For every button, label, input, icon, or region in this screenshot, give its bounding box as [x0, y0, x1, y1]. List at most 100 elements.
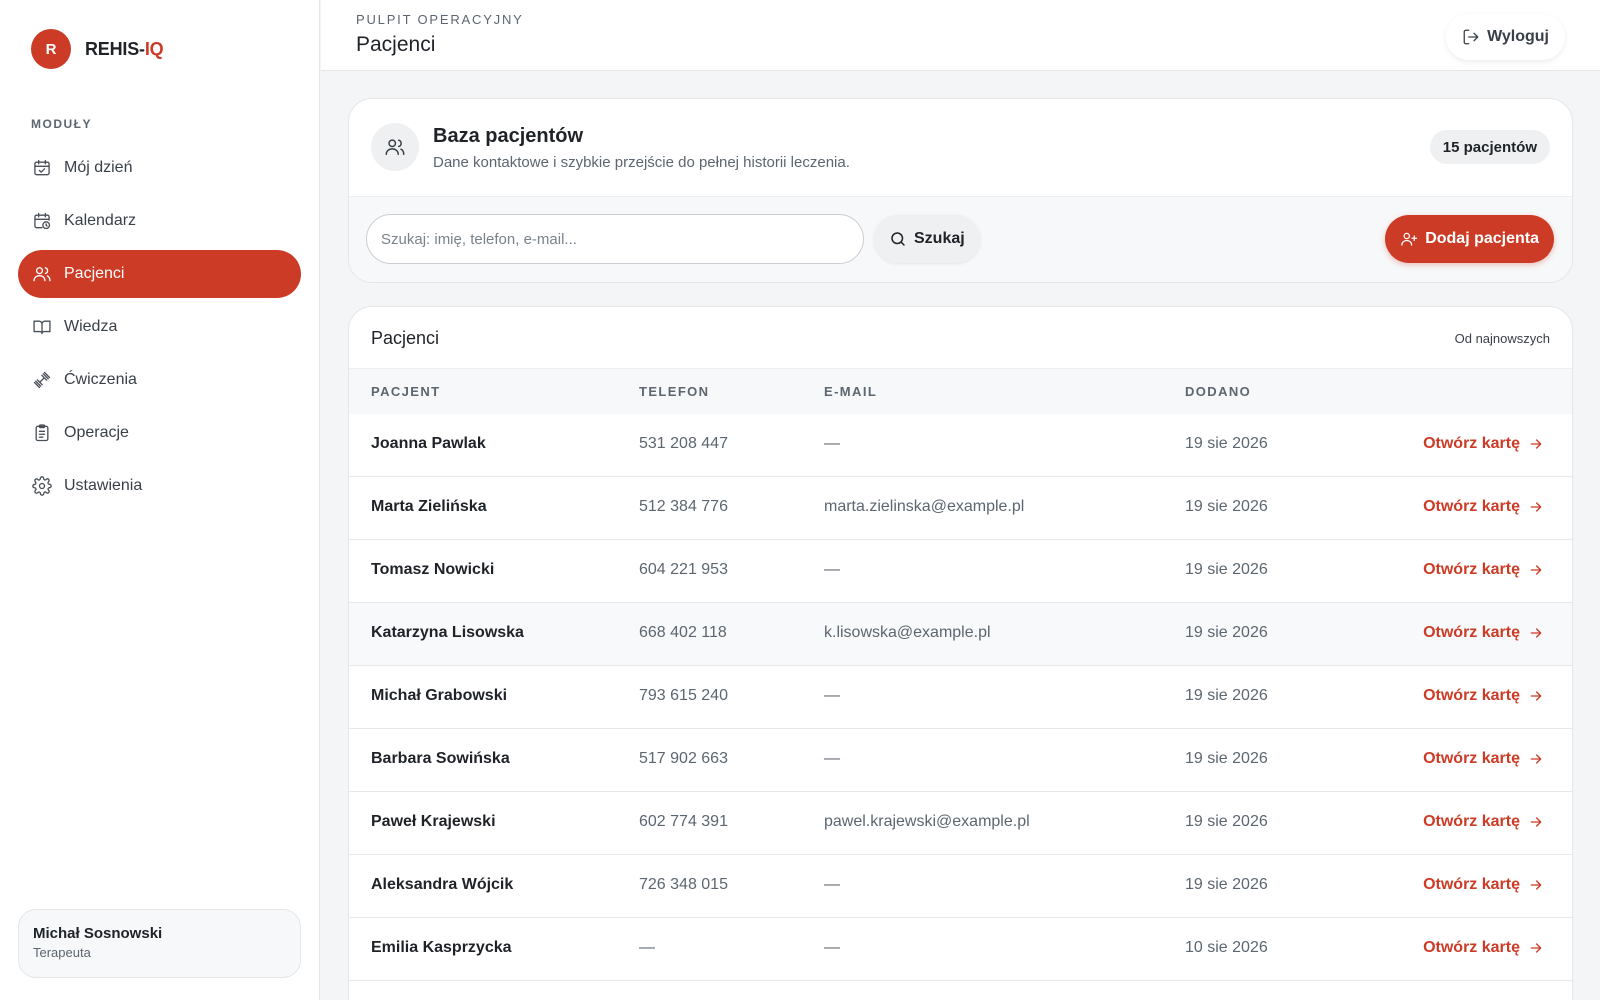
patient-name: Paweł Krajewski: [371, 813, 496, 830]
patient-added-date: 19 sie 2026: [1185, 687, 1268, 704]
patient-added-date: 19 sie 2026: [1185, 435, 1268, 452]
patient-added-date: 19 sie 2026: [1185, 813, 1268, 830]
table-row[interactable]: Joanna Pawlak 531 208 447 — 19 sie 2026 Otwó…: [349, 414, 1572, 477]
patient-email: —: [824, 561, 840, 578]
brand-name-accent: IQ: [144, 38, 164, 59]
sidebar-item-label: Mój dzień: [64, 159, 133, 176]
user-name: Michał Sosnowski: [33, 925, 163, 942]
user-card[interactable]: Michał Sosnowski Terapeuta: [18, 909, 301, 978]
add-patient-label: Dodaj pacjenta: [1425, 230, 1539, 247]
patient-name: Barbara Sowińska: [371, 750, 510, 767]
logout-label: Wyloguj: [1487, 28, 1549, 45]
sidebar-item-knowledge[interactable]: Wiedza: [18, 303, 301, 351]
logout-icon: [1463, 29, 1479, 45]
patient-added-date: 19 sie 2026: [1185, 561, 1268, 578]
sidebar-item-label: Operacje: [64, 424, 129, 441]
table-row[interactable]: Emilia Kasprzycka — — 10 sie 2026 Otwórz kar…: [349, 918, 1572, 981]
page-title: Pacjenci: [356, 33, 436, 56]
arrow-right-icon: [1530, 565, 1542, 575]
arrow-right-icon: [1530, 880, 1542, 890]
open-record-label: Otwórz kartę: [1423, 813, 1520, 830]
page-eyebrow: PULPIT OPERACYJNY: [356, 12, 524, 27]
column-header-added[interactable]: DODANO: [1185, 384, 1251, 399]
open-record-link[interactable]: Otwórz kartę: [1423, 939, 1544, 957]
arrow-right-icon: [1530, 628, 1542, 638]
patient-email: pawel.krajewski@example.pl: [824, 813, 1030, 830]
logout-button[interactable]: Wyloguj: [1446, 14, 1565, 60]
table-row[interactable]: Barbara Sowińska 517 902 663 — 19 sie 2026 O…: [349, 729, 1572, 792]
search-icon: [891, 232, 905, 246]
search-button[interactable]: Szukaj: [874, 215, 980, 263]
open-record-label: Otwórz kartę: [1423, 435, 1520, 452]
table-row[interactable]: Tomasz Nowicki 604 221 953 — 19 sie 2026 Otw…: [349, 540, 1572, 603]
open-record-link[interactable]: Otwórz kartę: [1423, 687, 1544, 705]
open-record-link[interactable]: Otwórz kartę: [1423, 435, 1544, 453]
patient-email: k.lisowska@example.pl: [824, 624, 991, 641]
brand[interactable]: R REHIS-IQ: [31, 29, 164, 69]
patient-email: —: [824, 687, 840, 704]
patient-phone: 604 221 953: [639, 561, 728, 578]
patient-email: —: [824, 435, 840, 452]
table-row[interactable]: Michał Grabowski 793 615 240 — 19 sie 2026 O…: [349, 666, 1572, 729]
column-header-phone[interactable]: TELEFON: [639, 384, 709, 399]
column-header-email[interactable]: E-MAIL: [824, 384, 877, 399]
table-column-headers: PACJENT TELEFON E-MAIL DODANO: [349, 369, 1572, 414]
user-plus-icon: [1401, 232, 1418, 246]
open-record-label: Otwórz kartę: [1423, 750, 1520, 767]
book-icon: [33, 320, 51, 335]
table-row[interactable]: Katarzyna Lisowska 668 402 118 k.lisowska@…: [349, 603, 1572, 666]
sidebar-item-my-day[interactable]: Mój dzień: [18, 144, 301, 192]
sidebar-item-settings[interactable]: Ustawienia: [18, 462, 301, 510]
open-record-label: Otwórz kartę: [1423, 498, 1520, 515]
database-title: Baza pacjentów: [433, 125, 584, 147]
sidebar-item-label: Ustawienia: [64, 477, 143, 494]
sidebar-item-label: Pacjenci: [64, 265, 125, 282]
patient-phone: 726 348 015: [639, 876, 728, 893]
sort-dropdown[interactable]: Od najnowszych: [1455, 331, 1550, 346]
table-body: Joanna Pawlak 531 208 447 — 19 sie 2026 Otwó…: [349, 414, 1572, 981]
open-record-link[interactable]: Otwórz kartę: [1423, 813, 1544, 831]
patient-added-date: 19 sie 2026: [1185, 498, 1268, 515]
sidebar-item-label: Wiedza: [64, 318, 118, 335]
brand-name: REHIS-IQ: [85, 38, 164, 60]
sidebar-item-operations[interactable]: Operacje: [18, 409, 301, 457]
open-record-link[interactable]: Otwórz kartę: [1423, 876, 1544, 894]
patient-email: —: [824, 939, 840, 956]
open-record-link[interactable]: Otwórz kartę: [1423, 561, 1544, 579]
sidebar-item-calendar[interactable]: Kalendarz: [18, 197, 301, 245]
table-row[interactable]: Paweł Krajewski 602 774 391 pawel.krajewsk…: [349, 792, 1572, 855]
open-record-link[interactable]: Otwórz kartę: [1423, 750, 1544, 768]
table-row[interactable]: Marta Zielińska 512 384 776 marta.zielinsk…: [349, 477, 1572, 540]
sidebar: R REHIS-IQ MODUŁY Mój dzień Kalendarz Pa…: [0, 0, 320, 1000]
patient-email: —: [824, 876, 840, 893]
search-button-label: Szukaj: [914, 230, 965, 247]
search-input[interactable]: [366, 214, 864, 264]
open-record-label: Otwórz kartę: [1423, 624, 1520, 641]
patients-table-card: Pacjenci Od najnowszych PACJENT TELEFON …: [348, 306, 1573, 1000]
arrow-right-icon: [1530, 817, 1542, 827]
patient-phone: 512 384 776: [639, 498, 728, 515]
patient-phone: 668 402 118: [639, 624, 727, 641]
sidebar-item-label: Ćwiczenia: [64, 371, 137, 388]
open-record-link[interactable]: Otwórz kartę: [1423, 624, 1544, 642]
patient-name: Aleksandra Wójcik: [371, 876, 514, 893]
clipboard-icon: [35, 424, 49, 442]
brand-name-prefix: REHIS-: [85, 38, 145, 59]
open-record-link[interactable]: Otwórz kartę: [1423, 498, 1544, 516]
sidebar-item-exercises[interactable]: Ćwiczenia: [18, 356, 301, 404]
calendar-clock-icon: [34, 212, 51, 230]
column-header-patient[interactable]: PACJENT: [371, 384, 441, 399]
patient-email: marta.zielinska@example.pl: [824, 498, 1025, 515]
patient-name: Joanna Pawlak: [371, 435, 486, 452]
arrow-right-icon: [1530, 943, 1542, 953]
open-record-label: Otwórz kartę: [1423, 687, 1520, 704]
sidebar-item-patients[interactable]: Pacjenci: [18, 250, 301, 298]
patient-phone: 793 615 240: [639, 687, 728, 704]
table-header: Pacjenci Od najnowszych: [349, 307, 1572, 369]
table-row[interactable]: Aleksandra Wójcik 726 348 015 — 19 sie 2026…: [349, 855, 1572, 918]
brand-logo: R: [31, 29, 71, 69]
arrow-right-icon: [1530, 502, 1542, 512]
arrow-right-icon: [1530, 439, 1542, 449]
add-patient-button[interactable]: Dodaj pacjenta: [1385, 215, 1554, 263]
database-subtitle: Dane kontaktowe i szybkie przejście do p…: [433, 154, 850, 171]
